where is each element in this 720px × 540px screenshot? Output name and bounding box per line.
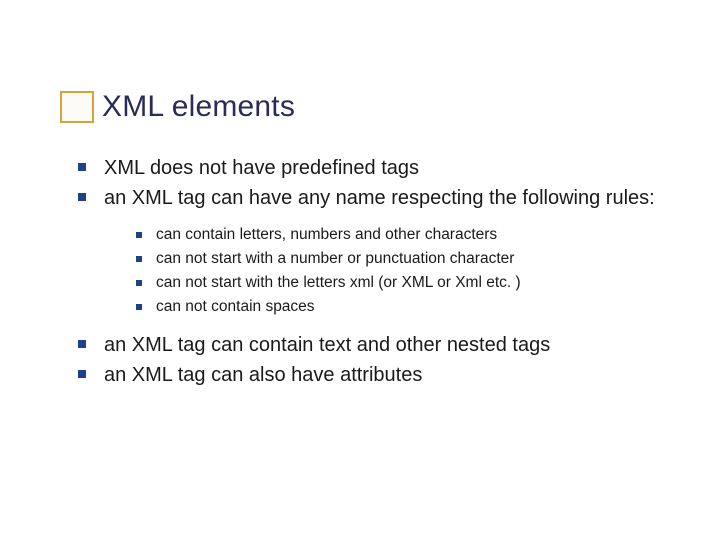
bullet-text: XML does not have predefined tags <box>104 155 419 181</box>
sub-bullet-item: can not start with the letters xml (or X… <box>136 273 710 294</box>
square-bullet-icon <box>136 280 142 286</box>
square-bullet-icon <box>78 340 86 348</box>
content-area: XML does not have predefined tags an XML… <box>78 155 710 392</box>
sub-bullet-text: can not start with a number or punctuati… <box>156 249 514 270</box>
square-bullet-icon <box>136 304 142 310</box>
square-bullet-icon <box>78 163 86 171</box>
sub-bullet-text: can not start with the letters xml (or X… <box>156 273 521 294</box>
bullet-item: an XML tag can also have attributes <box>78 362 710 388</box>
sub-bullet-list: can contain letters, numbers and other c… <box>136 225 710 318</box>
bullet-item: XML does not have predefined tags <box>78 155 710 181</box>
square-bullet-icon <box>78 370 86 378</box>
bullet-item: an XML tag can contain text and other ne… <box>78 332 710 358</box>
sub-bullet-item: can not start with a number or punctuati… <box>136 249 710 270</box>
title-accent-box <box>60 91 94 123</box>
square-bullet-icon <box>136 232 142 238</box>
bullet-text: an XML tag can also have attributes <box>104 362 422 388</box>
sub-bullet-text: can contain letters, numbers and other c… <box>156 225 497 246</box>
bullet-item: an XML tag can have any name respecting … <box>78 185 710 211</box>
sub-bullet-item: can not contain spaces <box>136 297 710 318</box>
slide-title: XML elements <box>102 90 295 124</box>
sub-bullet-text: can not contain spaces <box>156 297 315 318</box>
title-row: XML elements <box>60 90 295 124</box>
bullet-text: an XML tag can have any name respecting … <box>104 185 655 211</box>
slide: { "title": "XML elements", "bullets": { … <box>0 0 720 540</box>
bullet-text: an XML tag can contain text and other ne… <box>104 332 550 358</box>
sub-bullet-item: can contain letters, numbers and other c… <box>136 225 710 246</box>
square-bullet-icon <box>136 256 142 262</box>
square-bullet-icon <box>78 193 86 201</box>
